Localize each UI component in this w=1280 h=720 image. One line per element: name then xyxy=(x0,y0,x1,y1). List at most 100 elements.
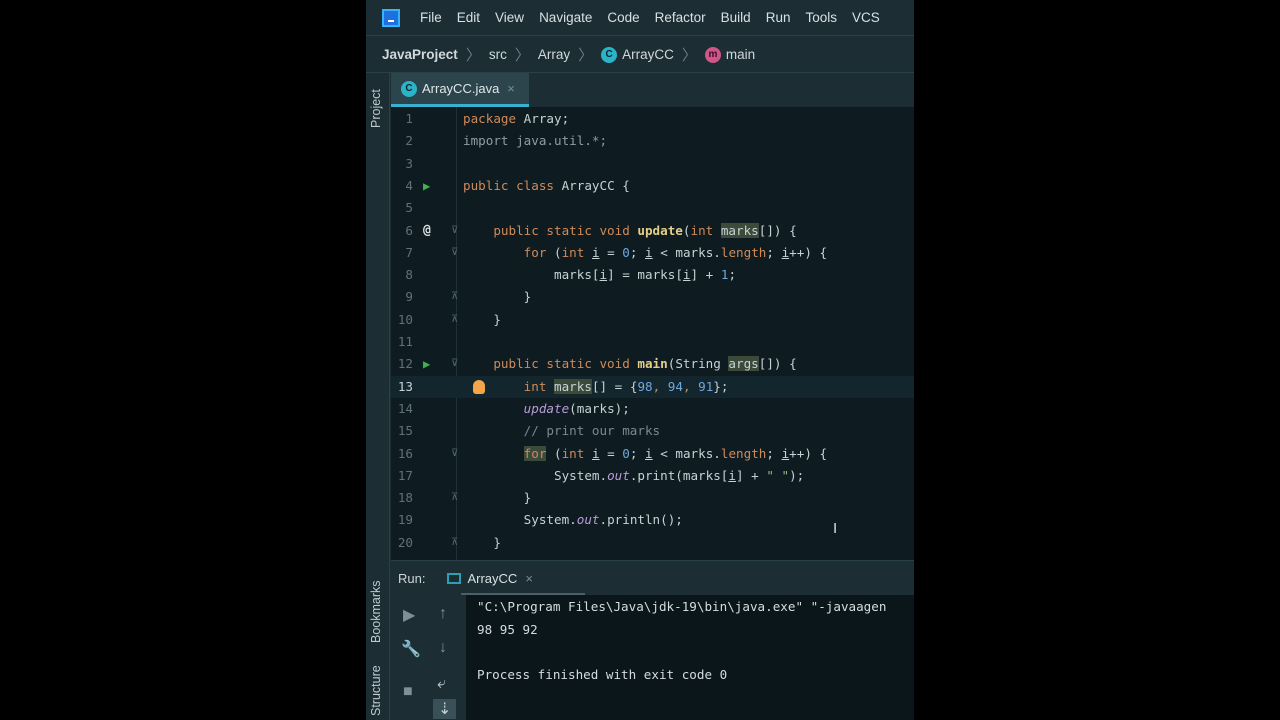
code-token: (marks); xyxy=(569,400,630,416)
class-icon: C xyxy=(401,80,417,97)
code-text: } xyxy=(463,286,532,308)
run-console-output[interactable]: "C:\Program Files\Java\jdk-19\bin\java.e… xyxy=(466,595,914,720)
run-tab-arraycc[interactable]: ArrayCC × xyxy=(447,571,533,586)
code-line[interactable]: 18 ⊼ } xyxy=(391,487,914,509)
code-token: ] + xyxy=(735,467,767,483)
menu-refactor[interactable]: Refactor xyxy=(655,10,706,25)
breadcrumb-class[interactable]: ArrayCC xyxy=(622,47,674,62)
rerun-icon[interactable]: ▶ xyxy=(403,605,415,625)
breadcrumb: JavaProject 〉 src 〉 Array 〉 C ArrayCC 〉 m main xyxy=(366,37,914,73)
fold-open-icon[interactable]: ⊽ xyxy=(451,443,458,465)
method-icon: m xyxy=(704,46,721,63)
fold-close-icon[interactable]: ⊼ xyxy=(451,487,458,509)
menu-edit[interactable]: Edit xyxy=(457,10,480,25)
code-text: update(marks); xyxy=(463,398,630,420)
code-token: i xyxy=(591,445,600,461)
code-token: System. xyxy=(463,512,577,528)
code-line[interactable]: 13 int marks[] = {98, 94, 91}; xyxy=(391,375,914,398)
project-tool-button[interactable]: Project xyxy=(369,89,383,128)
code-token: ; xyxy=(728,267,737,283)
line-number: 12 xyxy=(397,356,413,372)
run-gutter-icon[interactable]: ▶ xyxy=(423,353,430,375)
wrench-icon[interactable]: 🔧 xyxy=(401,639,421,659)
override-gutter-icon[interactable]: @ xyxy=(423,220,431,242)
run-gutter-icon[interactable]: ▶ xyxy=(423,175,430,197)
code-token: Array; xyxy=(523,111,570,126)
code-line[interactable]: 8 marks[i] = marks[i] + 1; xyxy=(391,264,914,286)
tab-arraycc-java[interactable]: C ArrayCC.java × xyxy=(391,73,529,107)
code-token: ; xyxy=(629,445,646,461)
menu-run[interactable]: Run xyxy=(766,10,791,25)
code-token: ( xyxy=(554,244,562,260)
fold-open-icon[interactable]: ⊽ xyxy=(451,242,458,264)
bookmarks-tool-button[interactable]: Bookmarks xyxy=(369,580,383,643)
arrow-up-icon[interactable]: ↑ xyxy=(439,605,447,623)
code-token: = xyxy=(599,445,623,461)
fold-open-icon[interactable]: ⊽ xyxy=(451,220,458,242)
scroll-to-end-icon[interactable]: ⇣ xyxy=(433,699,457,719)
stop-icon[interactable]: ■ xyxy=(403,683,413,701)
menu-code[interactable]: Code xyxy=(607,10,639,25)
arrow-down-icon[interactable]: ↓ xyxy=(439,639,447,657)
code-token: .print(marks[ xyxy=(629,467,729,483)
soft-wrap-icon[interactable]: ⤶ xyxy=(437,675,446,693)
code-token: 98 xyxy=(637,378,653,394)
code-token: int xyxy=(561,244,592,260)
code-token: out xyxy=(607,467,630,483)
menu-tools[interactable]: Tools xyxy=(805,10,837,25)
code-token: 91 xyxy=(698,378,714,394)
close-run-tab-icon[interactable]: × xyxy=(525,571,533,586)
fold-close-icon[interactable]: ⊼ xyxy=(451,286,458,308)
menu-navigate[interactable]: Navigate xyxy=(539,10,592,25)
close-tab-icon[interactable]: × xyxy=(507,81,515,96)
code-line[interactable]: 11 xyxy=(391,331,914,353)
code-token: }; xyxy=(713,378,729,394)
breadcrumb-project[interactable]: JavaProject xyxy=(382,47,458,62)
code-line[interactable]: 17 System.out.print(marks[i] + " "); xyxy=(391,465,914,487)
code-token: , xyxy=(652,378,668,394)
fold-open-icon[interactable]: ⊽ xyxy=(451,353,458,375)
line-number: 8 xyxy=(405,267,413,283)
code-token: ; xyxy=(766,445,782,461)
fold-close-icon[interactable]: ⊼ xyxy=(451,309,458,331)
line-number: 1 xyxy=(405,111,413,126)
code-token: package xyxy=(463,111,524,126)
breadcrumb-package[interactable]: Array xyxy=(538,47,570,62)
code-line[interactable]: 10 ⊼ } xyxy=(391,309,914,331)
code-line[interactable]: 7 ⊽ for (int i = 0; i < marks.length; i++… xyxy=(391,242,914,264)
intellij-logo-icon xyxy=(382,8,400,27)
code-line[interactable]: 16 ⊽ for (int i = 0; i < marks.length; i+… xyxy=(391,443,914,465)
code-line[interactable]: 2 import java.util.*; xyxy=(391,130,914,152)
menu-view[interactable]: View xyxy=(495,10,524,25)
line-number: 16 xyxy=(397,445,413,461)
code-token: } xyxy=(463,534,501,550)
code-line[interactable]: 1 package Array; xyxy=(391,108,914,130)
code-line[interactable]: 14 update(marks); xyxy=(391,398,914,420)
code-token: (String xyxy=(667,356,729,372)
code-token: int xyxy=(561,445,592,461)
text-cursor-icon: I xyxy=(833,520,838,537)
line-number: 5 xyxy=(405,200,413,216)
code-line[interactable]: 5 xyxy=(391,197,914,219)
breadcrumb-method[interactable]: main xyxy=(726,47,755,62)
breadcrumb-src[interactable]: src xyxy=(489,47,507,62)
line-number: 14 xyxy=(397,400,413,416)
code-line[interactable]: 4 ▶ public class ArrayCC { xyxy=(391,175,914,197)
code-line[interactable]: 3 xyxy=(391,153,914,175)
code-line[interactable]: 6 @ ⊽ public static void update(int marks[… xyxy=(391,220,914,242)
code-token: } xyxy=(463,311,501,327)
menu-vcs[interactable]: VCS xyxy=(852,10,880,25)
menu-build[interactable]: Build xyxy=(721,10,751,25)
fold-close-icon[interactable]: ⊼ xyxy=(451,532,458,554)
code-token: marks xyxy=(720,222,759,238)
menu-file[interactable]: File xyxy=(420,10,442,25)
code-token: ArrayCC { xyxy=(561,177,630,193)
structure-tool-button[interactable]: Structure xyxy=(369,665,383,716)
code-editor[interactable]: 1 package Array; 2 import java.util.*; 3 4 ▶ pu… xyxy=(391,107,914,560)
code-line[interactable]: 12 ▶ ⊽ public static void main(String args… xyxy=(391,353,914,375)
code-line[interactable]: 15 // print our marks xyxy=(391,420,914,442)
code-token: } xyxy=(463,289,532,305)
code-line[interactable]: 9 ⊼ } xyxy=(391,286,914,308)
